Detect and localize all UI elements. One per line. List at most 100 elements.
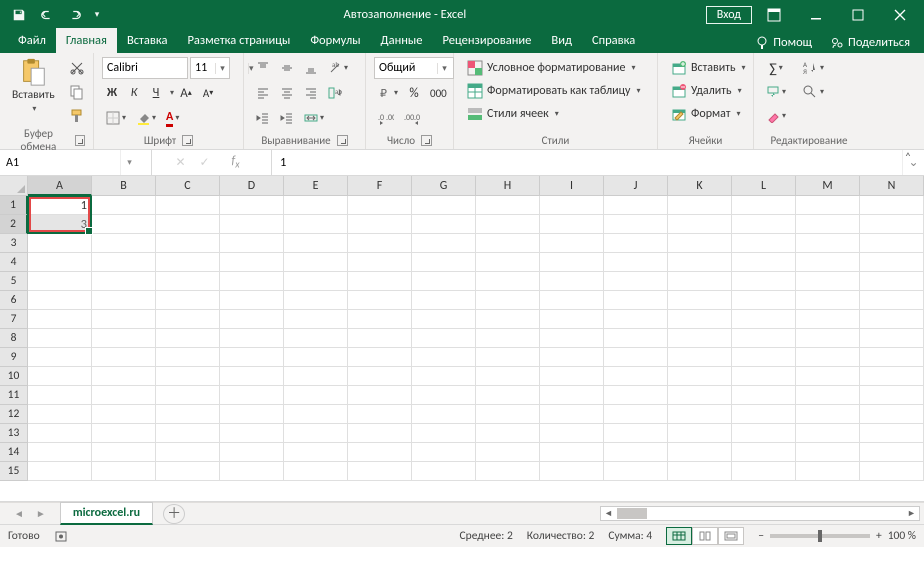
row-header[interactable]: 6 <box>0 291 28 310</box>
cell[interactable] <box>284 348 348 367</box>
cell[interactable] <box>668 253 732 272</box>
cell[interactable] <box>604 348 668 367</box>
row-header[interactable]: 14 <box>0 443 28 462</box>
scroll-right-icon[interactable]: ► <box>904 508 919 519</box>
column-header[interactable]: H <box>476 176 540 196</box>
cell[interactable] <box>284 329 348 348</box>
cell[interactable] <box>28 329 92 348</box>
tab-file[interactable]: Файл <box>8 28 56 53</box>
cell[interactable] <box>220 405 284 424</box>
cell[interactable] <box>220 272 284 291</box>
cell[interactable] <box>668 310 732 329</box>
cell-styles-button[interactable]: Стили ячеек▾ <box>462 103 564 125</box>
underline-button[interactable]: Ч <box>146 82 166 104</box>
cell[interactable] <box>796 462 860 481</box>
cell[interactable] <box>220 329 284 348</box>
cell[interactable] <box>540 462 604 481</box>
cell[interactable] <box>220 310 284 329</box>
enter-formula-icon[interactable]: ✓ <box>200 155 210 170</box>
cell[interactable] <box>28 253 92 272</box>
collapse-ribbon-icon[interactable]: ˄ <box>896 150 920 166</box>
cell[interactable] <box>860 367 924 386</box>
cell[interactable] <box>156 462 220 481</box>
cell[interactable] <box>348 272 412 291</box>
cell[interactable] <box>156 253 220 272</box>
cell[interactable] <box>220 215 284 234</box>
cell[interactable] <box>348 234 412 253</box>
cell[interactable] <box>732 310 796 329</box>
cell[interactable] <box>156 329 220 348</box>
cell[interactable] <box>92 443 156 462</box>
cell[interactable] <box>412 386 476 405</box>
cell[interactable] <box>348 462 412 481</box>
cell[interactable] <box>668 367 732 386</box>
tab-page-layout[interactable]: Разметка страницы <box>177 28 300 53</box>
cell[interactable] <box>476 405 540 424</box>
cell[interactable] <box>220 462 284 481</box>
cell[interactable] <box>860 462 924 481</box>
cell[interactable] <box>668 462 732 481</box>
scroll-thumb[interactable] <box>617 508 647 519</box>
row-header[interactable]: 10 <box>0 367 28 386</box>
cell[interactable] <box>92 253 156 272</box>
maximize-icon[interactable] <box>838 1 878 29</box>
delete-cells-button[interactable]: Удалить▾ <box>666 80 747 102</box>
zoom-control[interactable]: − + 100 % <box>758 529 916 543</box>
cell[interactable] <box>732 253 796 272</box>
cell[interactable] <box>220 253 284 272</box>
merge-center-icon[interactable]: ▾ <box>300 107 328 129</box>
cell[interactable] <box>540 348 604 367</box>
cell[interactable] <box>92 215 156 234</box>
cell[interactable] <box>348 443 412 462</box>
cell[interactable] <box>28 443 92 462</box>
cell[interactable] <box>220 196 284 215</box>
cell[interactable] <box>604 215 668 234</box>
cell[interactable] <box>732 348 796 367</box>
tell-me-button[interactable]: Помощ <box>749 32 818 53</box>
increase-font-icon[interactable]: A▴ <box>176 82 196 104</box>
font-size-combo[interactable]: ▾ <box>190 57 230 79</box>
align-top-icon[interactable] <box>252 57 274 79</box>
cell[interactable] <box>668 291 732 310</box>
column-header[interactable]: N <box>860 176 924 196</box>
percent-format-icon[interactable]: % <box>404 82 424 104</box>
cell[interactable] <box>604 196 668 215</box>
cell[interactable]: 1 <box>28 196 92 215</box>
cell[interactable] <box>860 424 924 443</box>
fill-color-icon[interactable]: ▾ <box>132 107 160 129</box>
cell[interactable] <box>284 253 348 272</box>
increase-indent-icon[interactable] <box>276 107 298 129</box>
cell[interactable] <box>220 291 284 310</box>
cell[interactable] <box>540 443 604 462</box>
cell[interactable] <box>476 386 540 405</box>
column-header[interactable]: G <box>412 176 476 196</box>
tab-help[interactable]: Справка <box>582 28 645 53</box>
close-icon[interactable] <box>880 1 920 29</box>
cell[interactable] <box>796 215 860 234</box>
orientation-icon[interactable]: ab▾ <box>324 57 352 79</box>
cell[interactable] <box>220 348 284 367</box>
cell[interactable] <box>540 367 604 386</box>
column-header[interactable]: D <box>220 176 284 196</box>
cell[interactable] <box>412 272 476 291</box>
cell[interactable] <box>860 215 924 234</box>
cell[interactable] <box>860 272 924 291</box>
cell[interactable] <box>476 291 540 310</box>
zoom-in-icon[interactable]: + <box>876 529 882 543</box>
zoom-out-icon[interactable]: − <box>758 529 764 543</box>
cell[interactable] <box>604 462 668 481</box>
tab-formulas[interactable]: Формулы <box>300 28 370 53</box>
cell[interactable] <box>476 348 540 367</box>
cell[interactable] <box>476 272 540 291</box>
cell[interactable] <box>540 215 604 234</box>
row-header[interactable]: 12 <box>0 405 28 424</box>
borders-icon[interactable]: ▾ <box>102 107 130 129</box>
cell[interactable] <box>28 405 92 424</box>
cell[interactable] <box>412 291 476 310</box>
row-header[interactable]: 3 <box>0 234 28 253</box>
cell[interactable] <box>28 462 92 481</box>
cell[interactable] <box>732 443 796 462</box>
cell[interactable] <box>284 367 348 386</box>
format-as-table-button[interactable]: Форматировать как таблицу▾ <box>462 80 646 102</box>
row-header[interactable]: 13 <box>0 424 28 443</box>
